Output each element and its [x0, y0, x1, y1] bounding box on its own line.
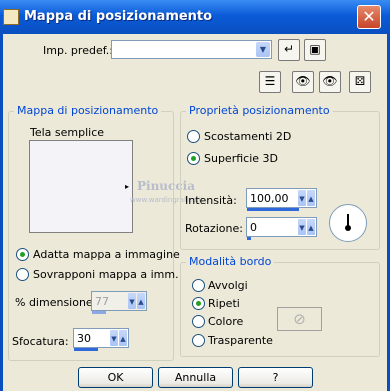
chevron-up-icon: ▲ [307, 190, 315, 206]
fit-map-radio[interactable] [16, 248, 29, 261]
surface-3d-radio[interactable] [187, 152, 200, 165]
chevron-up-icon: ▲ [137, 293, 145, 309]
ok-button[interactable]: OK [78, 367, 153, 388]
fit-map-label[interactable]: Adatta mappa a immagine [33, 248, 180, 261]
blur-value: 30 [77, 332, 91, 345]
edge-color-radio[interactable] [192, 315, 205, 328]
chevron-down-icon: ▼ [298, 190, 306, 206]
size-slider[interactable] [92, 311, 106, 314]
list-button[interactable]: ☰ [259, 71, 281, 93]
rotation-spinner[interactable]: 0 ▼ ▲ [246, 217, 317, 240]
intensity-label: Intensità: [185, 194, 237, 207]
close-button[interactable]: ✕ [357, 5, 381, 29]
edge-color-swatch[interactable]: ⊘ [277, 307, 322, 331]
overlay-map-radio[interactable] [16, 268, 29, 281]
dial-center [345, 225, 351, 231]
cancel-button[interactable]: Annulla [158, 367, 233, 388]
chevron-down-icon: ▼ [110, 330, 118, 346]
load-preset-button[interactable]: ↵ [278, 39, 300, 61]
save-preset-button[interactable]: ▣ [304, 39, 326, 61]
edge-color-label[interactable]: Colore [208, 315, 243, 328]
edge-wrap-radio[interactable] [192, 279, 205, 292]
intensity-slider[interactable] [247, 208, 299, 211]
dice-icon: ⚄ [354, 74, 366, 88]
rotation-value: 0 [250, 221, 257, 234]
props-group-title: Proprietà posizionamento [186, 104, 333, 117]
window-title: Mappa di posizionamento [24, 9, 213, 24]
eye-button[interactable]: 👁 [319, 71, 341, 93]
no-color-icon: ⊘ [293, 310, 306, 328]
offset-2d-radio[interactable] [187, 130, 200, 143]
chevron-up-icon: ▲ [307, 219, 315, 235]
map-preview[interactable] [29, 140, 133, 233]
rotation-slider[interactable] [247, 237, 251, 240]
edge-group-title: Modalità bordo [186, 255, 275, 268]
chevron-up-icon: ▲ [119, 330, 127, 346]
random-button[interactable]: ⚄ [349, 71, 371, 93]
chevron-down-icon: ▼ [256, 42, 270, 57]
preset-label: Imp. predef.: [43, 44, 113, 57]
size-value: 77 [95, 295, 109, 308]
surface-3d-label[interactable]: Superficie 3D [204, 152, 278, 165]
size-spinner[interactable]: 77 ▼ ▲ [91, 291, 147, 314]
offset-2d-label[interactable]: Scostamenti 2D [204, 130, 291, 143]
map-group-title: Mappa di posizionamento [14, 104, 162, 117]
save-icon: ▣ [309, 42, 321, 56]
app-icon [3, 9, 19, 25]
edge-transparent-label[interactable]: Trasparente [208, 334, 273, 347]
chevron-down-icon: ▼ [298, 219, 306, 235]
rotation-dial[interactable] [329, 204, 367, 242]
map-dropdown-arrow[interactable]: ▸ [125, 182, 129, 191]
edge-repeat-label[interactable]: Ripeti [208, 297, 240, 310]
intensity-spinner[interactable]: 100,00 ▼ ▲ [246, 188, 317, 211]
rotation-label: Rotazione: [185, 222, 243, 235]
eye-icon: 👁 [322, 74, 338, 88]
preset-select[interactable]: ▼ [111, 40, 272, 59]
chevron-down-icon: ▼ [128, 293, 136, 309]
intensity-value: 100,00 [250, 192, 289, 205]
overlay-map-label[interactable]: Sovrapponi mappa a imm. [33, 268, 179, 281]
edge-repeat-radio[interactable] [192, 297, 205, 310]
eye-lock-button[interactable]: 👁 [292, 71, 314, 93]
edge-transparent-radio[interactable] [192, 334, 205, 347]
blur-slider[interactable] [74, 348, 98, 351]
blur-spinner[interactable]: 30 ▼ ▲ [73, 328, 129, 351]
help-button[interactable]: ? [238, 367, 313, 388]
map-name-label: Tela semplice [30, 126, 105, 139]
blur-label: Sfocatura: [12, 335, 69, 348]
arrow-icon: ↵ [283, 42, 295, 56]
eye-lock-icon: 👁 [295, 74, 311, 88]
size-label: % dimensione: [15, 296, 97, 309]
edge-wrap-label[interactable]: Avvolgi [208, 279, 248, 292]
list-icon: ☰ [264, 74, 276, 88]
